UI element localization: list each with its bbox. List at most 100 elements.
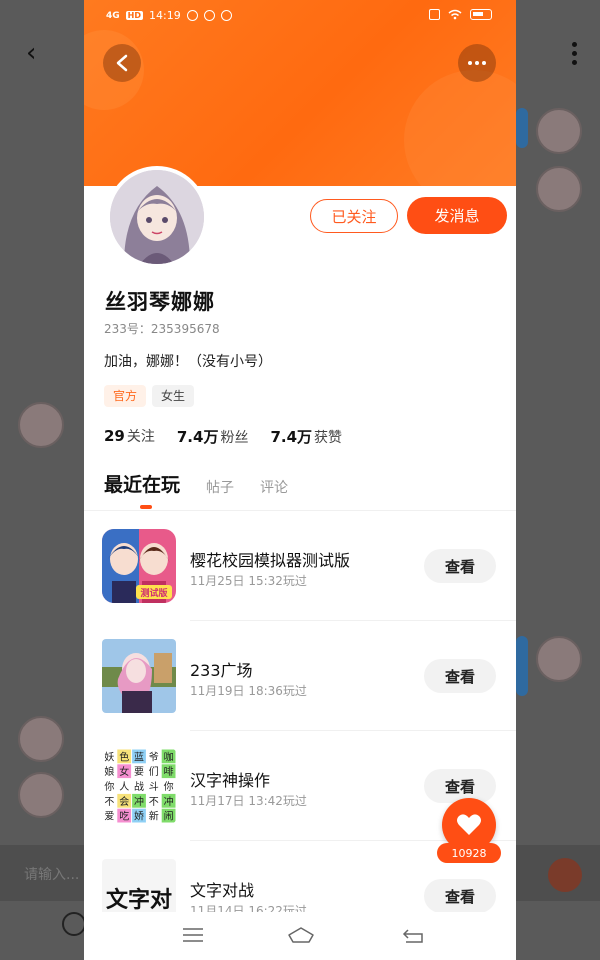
vibrate-icon [429,9,440,20]
game-last-played: 11月17日 13:42玩过 [190,794,307,808]
likes-label: 获赞 [314,430,343,446]
system-nav-bar [84,912,516,960]
likes-count: 7.4万 [270,428,313,446]
profile-tags: 官方 女生 [104,385,195,407]
stat-fans[interactable]: 7.4万 粉丝 [177,426,249,447]
stat-likes[interactable]: 7.4万 获赞 [270,426,342,447]
tag-gender: 女生 [152,385,195,407]
game-row[interactable]: 233广场 11月19日 18:36玩过 查看 [84,621,516,731]
profile-tabs: 最近在玩 帖子 评论 [104,470,288,497]
view-game-button[interactable]: 查看 [424,659,496,693]
more-icon [468,61,486,65]
following-label: 关注 [126,429,155,445]
game-title: 文字对战 [190,881,255,900]
hanzi-tile-char: 你 [104,780,114,793]
profile-bio: 加油，娜娜！（没有小号） [104,354,272,370]
view-game-button[interactable]: 查看 [424,769,496,803]
hanzi-tile-char: 闹 [164,810,174,823]
background-avatar [536,166,582,212]
send-message-button[interactable]: 发消息 [407,197,507,234]
background-emoji-icon [62,912,86,936]
more-button[interactable] [458,44,496,82]
app-notification-icon [203,10,215,21]
profile-name: 丝羽琴娜娜 [105,290,215,314]
fans-count: 7.4万 [176,428,219,446]
hanzi-tile-char: 斗 [149,781,159,793]
status-bar: 4G HD 14:19 [84,0,516,34]
game-last-played: 11月19日 18:36玩过 [190,684,307,698]
hanzi-tile-char: 咖 [164,751,174,763]
profile-panel: 4G HD 14:19 已关注 发消息 丝羽琴娜娜 233号：235395678… [84,0,516,960]
background-avatar [18,402,64,448]
like-count: 10928 [437,843,501,863]
hanzi-tile-char: 妖 [104,750,114,763]
notification-icon [186,10,198,21]
game-thumbnail-badge-text: 测试版 [140,587,167,599]
hanzi-tile-char: 你 [164,780,174,793]
hanzi-tile-char: 战 [134,781,144,793]
battery-icon [470,9,492,20]
back-nav-icon[interactable] [402,926,424,944]
active-tab-indicator [140,505,152,509]
game-last-played: 11月25日 15:32玩过 [190,574,307,588]
tab-comments[interactable]: 评论 [260,477,288,497]
hanzi-tile-char: 蓝 [134,751,144,763]
hanzi-tile-char: 要 [134,766,144,778]
background-avatar [18,716,64,762]
background-send-icon [548,858,582,892]
avatar[interactable] [106,166,208,268]
profile-stats: 29 关注 7.4万 粉丝 7.4万 获赞 [104,426,342,447]
following-count: 29 [104,427,125,445]
hanzi-tile-char: 不 [149,797,159,808]
view-game-button[interactable]: 查看 [424,549,496,583]
avatar-image [110,170,204,264]
home-icon[interactable] [286,926,316,944]
game-thumbnail-hanzi: 妖色蓝爷咖娘女要们啡你人战斗你不会冲不冲爱吃娇新闹 [102,749,176,823]
background-message-bubble [516,636,528,696]
game-title: 樱花校园模拟器测试版 [190,551,351,570]
tab-posts[interactable]: 帖子 [206,477,234,497]
background-back-icon: ‹ [26,38,37,68]
hd-badge: HD [125,11,143,20]
profile-header: 4G HD 14:19 [84,0,516,186]
game-title: 汉字神操作 [190,771,271,790]
hanzi-tile-char: 爱 [104,810,114,823]
hanzi-tile-char: 冲 [164,795,174,808]
fans-label: 粉丝 [220,430,249,446]
hanzi-tile-char: 色 [119,750,129,763]
following-button[interactable]: 已关注 [310,199,398,233]
hanzi-tile-char: 人 [119,781,129,793]
background-message-bubble [516,108,528,148]
game-thumbnail-text: 文字对 [106,887,172,913]
network-indicator: 4G [106,10,120,21]
profile-id: 233号：235395678 [104,322,220,336]
hanzi-tile-char: 吃 [119,810,129,823]
menu-icon[interactable] [182,926,204,944]
game-thumbnail-plaza [102,639,176,713]
hanzi-tile-char: 娇 [134,811,144,823]
weibo-icon [220,10,232,21]
tag-official: 官方 [104,385,147,407]
hanzi-tile-char: 娘 [104,765,114,778]
chevron-left-icon [116,54,128,72]
back-button[interactable] [103,44,141,82]
hanzi-tile-char: 爷 [149,750,159,763]
hanzi-tile-char: 会 [119,795,129,808]
background-input-placeholder: 请输入... [24,867,80,883]
game-thumbnail-sakura: 测试版 [102,529,176,603]
hanzi-tile-char: 啡 [164,766,174,778]
heart-icon [457,814,481,835]
tab-recently-played[interactable]: 最近在玩 [104,470,180,497]
background-avatar [18,772,64,818]
hanzi-tile-char: 们 [149,765,159,778]
hanzi-tile-char: 女 [119,765,129,778]
background-more-icon [572,42,578,69]
stat-following[interactable]: 29 关注 [104,426,155,447]
background-avatar [536,636,582,682]
game-title: 233广场 [190,661,253,680]
status-time: 14:19 [149,9,181,22]
view-game-button[interactable]: 查看 [424,879,496,913]
hanzi-tile-char: 新 [149,810,159,823]
hanzi-tile-char: 不 [104,797,114,808]
game-row[interactable]: 测试版 樱花校园模拟器测试版 11月25日 15:32玩过 查看 [84,511,516,621]
